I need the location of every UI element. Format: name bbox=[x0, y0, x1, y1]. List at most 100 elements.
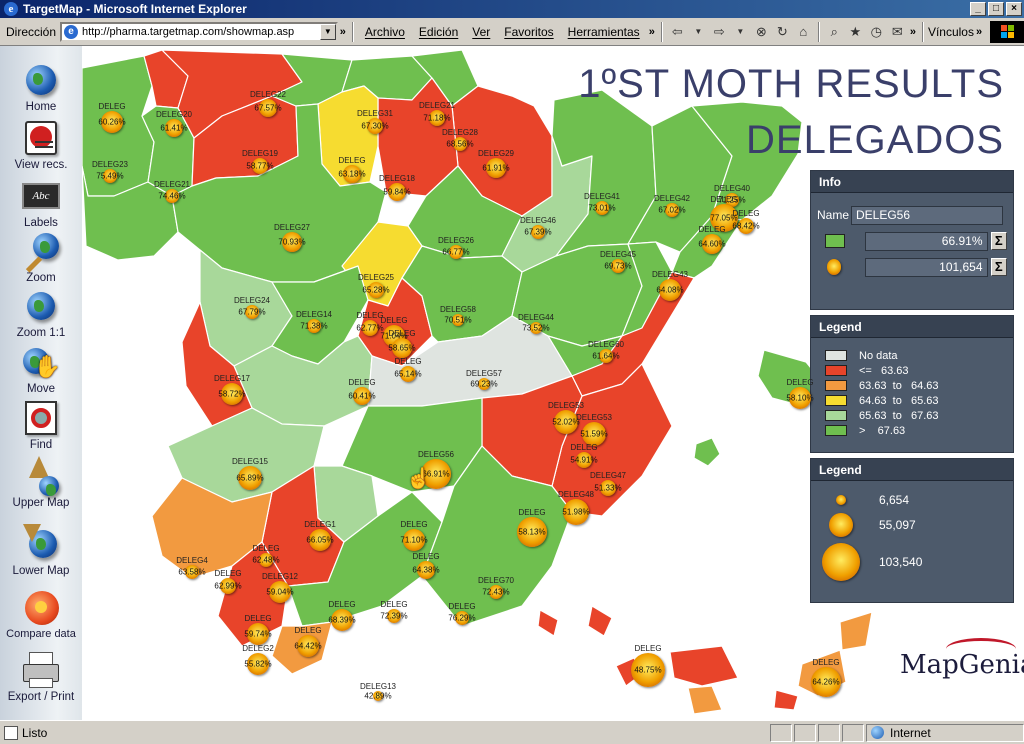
region-marker[interactable]: DELEG 58.13% bbox=[517, 508, 547, 547]
chevron-icon[interactable]: » bbox=[910, 26, 916, 38]
region-marker[interactable]: DELEG12 59.04% bbox=[262, 572, 298, 603]
region-marker[interactable]: DELEG1 66.05% bbox=[304, 520, 336, 551]
address-field[interactable]: e http://pharma.targetmap.com/showmap.as… bbox=[60, 21, 338, 42]
region-marker[interactable]: DELEG46 67.39% bbox=[520, 216, 556, 239]
tool-move[interactable]: ✋ Move bbox=[0, 342, 82, 395]
menu-herramientas[interactable]: Herramientas bbox=[568, 25, 640, 39]
region-marker[interactable]: DELEG 58.10% bbox=[786, 378, 814, 409]
links-label[interactable]: Vínculos bbox=[928, 25, 974, 39]
tool-compare-data[interactable]: Compare data bbox=[0, 588, 82, 640]
chevron-icon[interactable]: » bbox=[649, 26, 655, 38]
minimize-button[interactable]: _ bbox=[970, 2, 986, 16]
region-marker[interactable]: DELEG23 75.49% bbox=[92, 160, 128, 183]
region-marker[interactable]: DELEG53 52.02% bbox=[548, 401, 584, 434]
region-marker[interactable]: DELEG43 64.08% bbox=[652, 270, 688, 301]
sum-amount-button[interactable]: Σ bbox=[990, 258, 1008, 276]
dropdown-icon[interactable]: ▼ bbox=[690, 23, 707, 41]
region-marker[interactable]: DELEG22 67.57% bbox=[250, 90, 286, 117]
region-marker[interactable]: DELEG26 66.77% bbox=[438, 236, 474, 259]
forward-arrow-icon[interactable]: ⇨ bbox=[711, 23, 728, 41]
tool-view-recs[interactable]: View recs. bbox=[0, 118, 82, 171]
region-marker[interactable]: DELEG42 67.02% bbox=[654, 194, 690, 217]
chevron-icon[interactable]: » bbox=[976, 26, 982, 38]
sum-percent-button[interactable]: Σ bbox=[990, 232, 1007, 250]
region-marker[interactable]: DELEG20 61.41% bbox=[156, 110, 192, 137]
region-marker[interactable]: DELEG2 55.82% bbox=[242, 644, 274, 675]
info-percent-field[interactable]: 66.91% bbox=[865, 231, 988, 251]
dropdown-icon[interactable]: ▼ bbox=[732, 23, 749, 41]
region-marker[interactable]: DELEG41 73.01% bbox=[584, 192, 620, 215]
tool-lower-map[interactable]: Lower Map bbox=[0, 524, 82, 577]
region-marker[interactable]: DELEG 65.14% bbox=[394, 357, 422, 382]
home-icon[interactable]: ⌂ bbox=[795, 23, 812, 41]
region-marker[interactable]: DELEG28 68.56% bbox=[442, 128, 478, 151]
stop-icon[interactable]: ⊗ bbox=[753, 23, 770, 41]
region-marker[interactable]: DELEG 68.39% bbox=[328, 600, 356, 631]
menu-ver[interactable]: Ver bbox=[472, 25, 490, 39]
region-marker[interactable]: DELEG4 63.58% bbox=[176, 556, 208, 579]
region-marker[interactable]: DELEG21 74.46% bbox=[154, 180, 190, 203]
url-text[interactable]: http://pharma.targetmap.com/showmap.asp bbox=[82, 26, 320, 38]
region-marker[interactable]: DELEG 62.48% bbox=[252, 544, 280, 567]
maximize-button[interactable]: □ bbox=[988, 2, 1004, 16]
close-button[interactable]: × bbox=[1006, 2, 1022, 16]
region-marker[interactable]: DELEG27 70.93% bbox=[274, 223, 310, 252]
region-marker[interactable]: DELEG 48.75% bbox=[631, 644, 665, 687]
region-marker[interactable]: DELEG45 69.73% bbox=[600, 250, 636, 273]
mail-icon[interactable]: ✉ bbox=[889, 23, 906, 41]
region-marker[interactable]: DELEG58 70.51% bbox=[440, 305, 476, 326]
favorites-icon[interactable]: ★ bbox=[847, 23, 864, 41]
tool-labels[interactable]: Abc Labels bbox=[0, 176, 82, 229]
region-marker[interactable]: DELEG 72.39% bbox=[380, 600, 408, 623]
info-amount-field[interactable]: 101,654 bbox=[865, 257, 988, 277]
address-dropdown-button[interactable]: ▼ bbox=[319, 23, 336, 40]
region-marker[interactable]: DELEG 64.42% bbox=[294, 626, 322, 657]
tool-home[interactable]: Home bbox=[0, 60, 82, 113]
region-marker[interactable]: DELEG48 51.98% bbox=[558, 490, 594, 525]
region-marker[interactable]: DELEG 64.38% bbox=[412, 552, 440, 579]
region-marker[interactable]: DELEG 71.10% bbox=[400, 520, 428, 551]
region-marker[interactable]: DELEG 64.26% bbox=[811, 658, 841, 697]
history-icon[interactable]: ◷ bbox=[868, 23, 885, 41]
region-marker[interactable]: DELEG31 67.30% bbox=[357, 109, 393, 134]
region-marker[interactable]: DELEG 68.42% bbox=[732, 209, 760, 234]
menu-archivo[interactable]: Archivo bbox=[365, 25, 405, 39]
region-marker[interactable]: DELEG 54.91% bbox=[570, 443, 598, 468]
chevron-icon[interactable]: » bbox=[340, 26, 346, 38]
menu-edicion[interactable]: Edición bbox=[419, 25, 458, 39]
refresh-icon[interactable]: ↻ bbox=[774, 23, 791, 41]
region-marker[interactable]: DELEG47 51.33% bbox=[590, 471, 626, 496]
region-marker[interactable]: DELEG14 71.38% bbox=[296, 310, 332, 333]
region-marker[interactable]: DELEG15 65.89% bbox=[232, 457, 268, 490]
region-marker[interactable]: DELEG70 72.43% bbox=[478, 576, 514, 599]
tool-find[interactable]: Find bbox=[0, 398, 82, 451]
region-marker[interactable]: DELEG 62.77% bbox=[356, 311, 384, 336]
tool-upper-map[interactable]: Upper Map bbox=[0, 456, 82, 509]
tool-zoom-1-1[interactable]: Zoom 1:1 bbox=[0, 286, 82, 339]
back-arrow-icon[interactable]: ⇦ bbox=[669, 23, 686, 41]
region-marker[interactable]: DELEG 59.74% bbox=[244, 614, 272, 645]
menu-favoritos[interactable]: Favoritos bbox=[504, 25, 553, 39]
region-marker[interactable]: DELEG17 58.72% bbox=[214, 374, 250, 405]
region-marker[interactable]: DELEG 58.65% bbox=[388, 329, 416, 358]
region-marker[interactable]: DELEG25 65.28% bbox=[358, 273, 394, 298]
region-marker[interactable]: DELEG 60.41% bbox=[348, 378, 376, 405]
region-marker[interactable]: DELEG21 71.18% bbox=[419, 101, 455, 126]
region-marker[interactable]: DELEG60 61.64% bbox=[588, 340, 624, 363]
region-marker[interactable]: DELEG13 42.89% bbox=[360, 682, 396, 701]
region-marker[interactable]: DELEG18 59.84% bbox=[379, 174, 415, 201]
region-marker[interactable]: DELEG29 61.91% bbox=[478, 149, 514, 178]
region-marker[interactable]: DELEG 63.18% bbox=[338, 156, 366, 183]
tool-zoom[interactable]: Zoom bbox=[0, 231, 82, 284]
region-marker[interactable]: DELEG19 58.77% bbox=[242, 149, 278, 174]
search-icon[interactable]: ⌕ bbox=[826, 23, 843, 41]
region-marker[interactable]: DELEG 62.99% bbox=[214, 569, 242, 594]
region-marker[interactable]: DELEG 76.29% bbox=[448, 602, 476, 625]
region-marker[interactable]: DELEG44 73.52% bbox=[518, 313, 554, 334]
region-marker[interactable]: DELEG 64.60% bbox=[698, 225, 726, 254]
info-name-field[interactable]: DELEG56 bbox=[851, 205, 1003, 225]
map-viewport[interactable]: 1ºST MOTH RESULTS DELEGADOS Info Name DE… bbox=[82, 46, 1024, 720]
region-marker[interactable]: DELEG57 69.23% bbox=[466, 369, 502, 390]
region-marker[interactable]: DELEG24 67.79% bbox=[234, 296, 270, 319]
tool-export-print[interactable]: Export / Print bbox=[0, 650, 82, 703]
